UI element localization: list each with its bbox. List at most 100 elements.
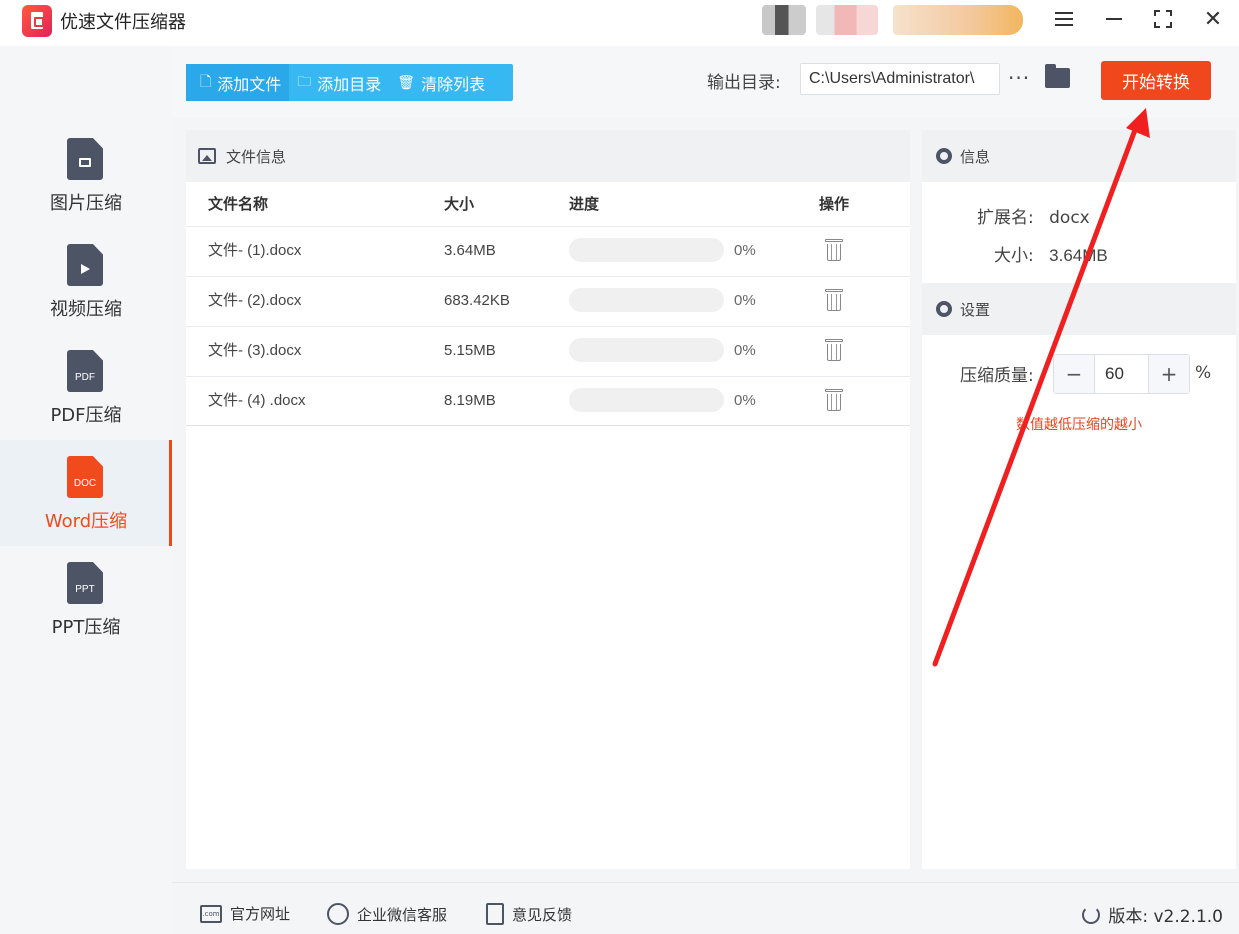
folder-outline-icon: 🗀 — [297, 73, 312, 90]
start-convert-button[interactable]: 开始转换 — [1101, 61, 1211, 100]
blurred-vip-badge — [893, 5, 1023, 35]
table-row[interactable]: 文件- (2).docx 683.42KB 0% — [186, 276, 910, 326]
open-folder-icon[interactable] — [1045, 64, 1070, 88]
delete-icon[interactable] — [825, 239, 843, 261]
progress-bar — [569, 238, 724, 262]
video-file-icon — [67, 244, 103, 286]
increase-button[interactable]: + — [1149, 355, 1189, 393]
refresh-icon — [1082, 905, 1101, 924]
trash-icon: 🗑 — [397, 74, 416, 91]
table-row[interactable]: 文件- (1).docx 3.64MB 0% — [186, 226, 910, 276]
website-link[interactable]: .com 官方网址 — [200, 903, 290, 924]
progress-bar — [569, 288, 724, 312]
add-folder-label: 添加目录 — [317, 74, 382, 94]
quality-stepper[interactable]: − 60 + — [1053, 354, 1190, 394]
percent-unit: % — [1195, 363, 1212, 383]
quality-hint: 数值越低压缩的越小 — [1016, 417, 1142, 433]
feedback-link[interactable]: 意见反馈 — [486, 903, 572, 925]
more-options-icon[interactable]: ··· — [1008, 66, 1030, 90]
delete-icon[interactable] — [825, 389, 843, 411]
sidebar-item-ppt[interactable]: PPT PPT压缩 — [0, 546, 172, 652]
table-header: 文件名称 大小 进度 操作 — [186, 182, 910, 226]
add-file-button[interactable]: 🗋 添加文件 — [186, 64, 290, 101]
chat-icon — [327, 903, 349, 925]
app-logo-icon — [22, 5, 52, 37]
sidebar-item-label: Word压缩 — [44, 511, 128, 532]
progress-percent: 0% — [734, 392, 756, 409]
sidebar-item-label: 视频压缩 — [50, 299, 122, 320]
add-folder-button[interactable]: 🗀 添加目录 — [289, 64, 389, 101]
sidebar-item-label: 图片压缩 — [50, 193, 122, 214]
table-row[interactable]: 文件- (4) .docx 8.19MB 0% — [186, 376, 910, 426]
file-size: 683.42KB — [444, 292, 510, 309]
file-panel-title: 文件信息 — [226, 147, 287, 166]
file-name: 文件- (1).docx — [208, 242, 302, 259]
info-size: 大小: 3.64MB — [994, 241, 1108, 266]
gear-icon — [936, 301, 952, 317]
version-info[interactable]: 版本: v2.2.1.0 — [1082, 902, 1223, 927]
quality-label: 压缩质量: — [960, 366, 1034, 386]
website-icon: .com — [200, 904, 222, 923]
size-label: 大小: — [994, 246, 1034, 266]
feedback-label: 意见反馈 — [512, 905, 573, 924]
image-file-icon — [67, 138, 103, 180]
file-list-panel: 文件信息 文件名称 大小 进度 操作 文件- (1).docx 3.64MB 0… — [186, 130, 910, 869]
settings-title: 设置 — [960, 300, 991, 319]
file-size: 5.15MB — [444, 342, 496, 359]
sidebar-item-label: PPT压缩 — [51, 617, 121, 638]
column-action: 操作 — [819, 195, 850, 213]
progress-percent: 0% — [734, 342, 756, 359]
sidebar-item-video[interactable]: 视频压缩 — [0, 228, 172, 334]
image-icon — [198, 148, 216, 164]
sidebar: 图片压缩 视频压缩 PDF PDF压缩 DOC Word压缩 PPT PPT压缩 — [0, 46, 172, 934]
sidebar-item-image[interactable]: 图片压缩 — [0, 122, 172, 228]
table-divider — [186, 425, 910, 426]
sidebar-item-word[interactable]: DOC Word压缩 — [0, 440, 172, 546]
column-name: 文件名称 — [208, 195, 269, 213]
table-row[interactable]: 文件- (3).docx 5.15MB 0% — [186, 326, 910, 376]
wechat-label: 企业微信客服 — [357, 905, 448, 924]
file-name: 文件- (2).docx — [208, 292, 302, 309]
gear-icon — [936, 148, 952, 164]
column-size: 大小 — [444, 195, 475, 213]
progress-percent: 0% — [734, 242, 756, 259]
pdf-file-icon: PDF — [67, 350, 103, 392]
maximize-icon[interactable] — [1148, 6, 1178, 32]
settings-header: 设置 — [922, 283, 1236, 335]
ext-value: docx — [1049, 208, 1090, 228]
ext-label: 扩展名: — [977, 208, 1034, 228]
info-title: 信息 — [960, 147, 991, 166]
doc-file-icon: DOC — [67, 456, 103, 498]
version-label: 版本: v2.2.1.0 — [1108, 907, 1223, 927]
toolbar: 🗋 添加文件 🗀 添加目录 🗑 清除列表 输出目录: C:\Users\Admi… — [172, 46, 1239, 118]
file-name: 文件- (3).docx — [208, 342, 302, 359]
footer: .com 官方网址 企业微信客服 意见反馈 版本: v2.2.1.0 — [172, 882, 1239, 934]
right-panel: 信息 扩展名: docx 大小: 3.64MB 设置 压缩质量: − 60 + … — [922, 130, 1236, 869]
decrease-button[interactable]: − — [1054, 355, 1094, 393]
column-progress: 进度 — [569, 195, 600, 213]
feedback-icon — [486, 903, 504, 925]
info-extension: 扩展名: docx — [977, 203, 1090, 228]
wechat-support-link[interactable]: 企业微信客服 — [327, 903, 447, 925]
delete-icon[interactable] — [825, 339, 843, 361]
close-icon[interactable]: ✕ — [1198, 6, 1228, 32]
quality-input[interactable]: 60 — [1094, 355, 1149, 393]
delete-icon[interactable] — [825, 289, 843, 311]
sidebar-item-pdf[interactable]: PDF PDF压缩 — [0, 334, 172, 440]
file-actions-group: 🗋 添加文件 🗀 添加目录 🗑 清除列表 — [186, 64, 513, 101]
progress-bar — [569, 388, 724, 412]
size-value: 3.64MB — [1049, 246, 1108, 265]
title-bar: 优速文件压缩器 ✕ — [0, 0, 1239, 46]
output-dir-input[interactable]: C:\Users\Administrator\ — [800, 63, 1000, 95]
file-icon: 🗋 — [200, 73, 212, 90]
file-size: 8.19MB — [444, 392, 496, 409]
menu-icon[interactable] — [1049, 6, 1079, 32]
blurred-avatar — [762, 5, 806, 35]
ppt-file-icon: PPT — [67, 562, 103, 604]
website-label: 官方网址 — [230, 905, 291, 923]
file-size: 3.64MB — [444, 242, 496, 259]
clear-list-label: 清除列表 — [421, 74, 486, 94]
info-header: 信息 — [922, 130, 1236, 182]
minimize-icon[interactable] — [1099, 6, 1129, 32]
clear-list-button[interactable]: 🗑 清除列表 — [389, 64, 493, 101]
